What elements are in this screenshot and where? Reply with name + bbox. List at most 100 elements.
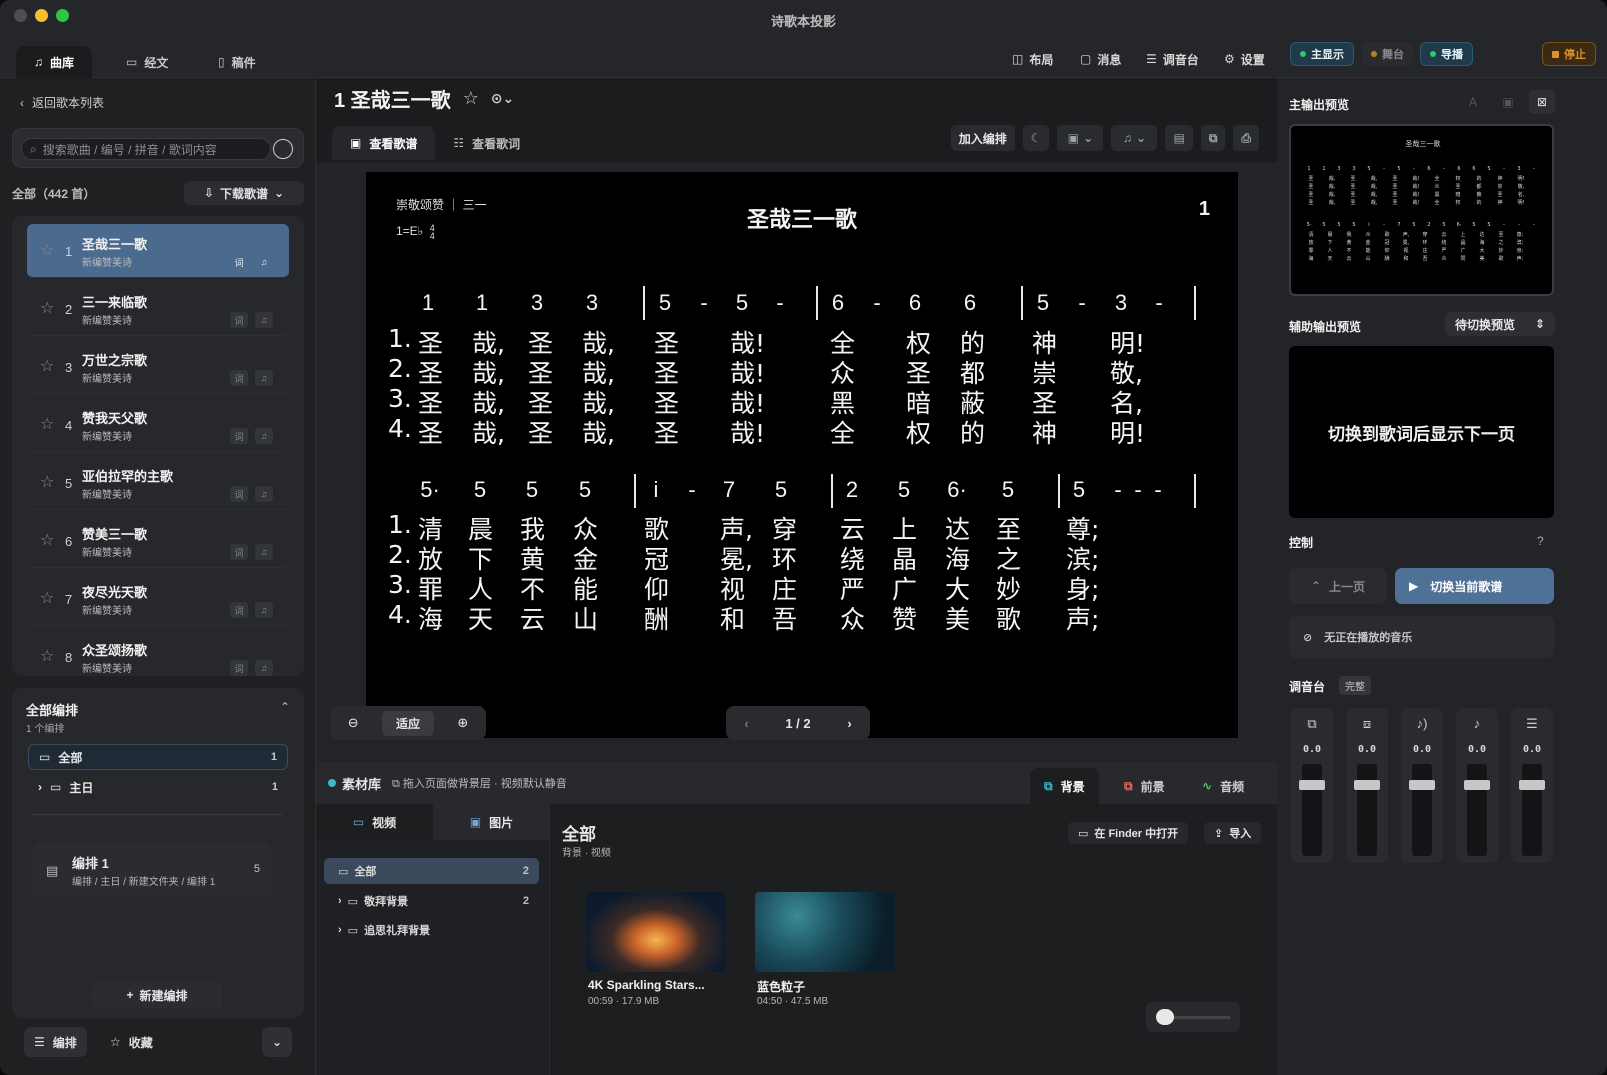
add-to-arrangement-button[interactable]: 加入编排: [950, 125, 1015, 151]
aux-preview-select[interactable]: 待切换预览 ⇕: [1445, 312, 1555, 336]
lyrics-badge[interactable]: 词: [230, 660, 248, 676]
score-icon[interactable]: ♫: [255, 660, 273, 676]
zoom-fit-button[interactable]: 适应: [381, 710, 434, 736]
score-icon[interactable]: ♫: [255, 312, 273, 328]
download-sheets-button[interactable]: ⇩ 下载歌谱 ⌄: [184, 181, 304, 205]
fader-knob[interactable]: [1409, 780, 1435, 790]
star-icon[interactable]: ☆: [40, 588, 54, 608]
theme-dropdown[interactable]: ▣ ⌄: [1057, 125, 1104, 151]
stage-toggle[interactable]: 舞台: [1362, 42, 1413, 66]
settings-button[interactable]: ⚙ 设置: [1224, 46, 1265, 72]
expand-button[interactable]: ⌄: [262, 1027, 292, 1057]
score-icon[interactable]: ♫: [255, 544, 273, 560]
song-item[interactable]: ☆ 6 赞美三一歌 新编赞美诗 词 ♫: [27, 514, 289, 568]
open-in-finder-button[interactable]: ▭ 在 Finder 中打开: [1068, 822, 1189, 844]
copy-button[interactable]: ⧉: [1200, 125, 1226, 151]
arrangement-item[interactable]: ▤ 编排 1 编排 / 主日 / 新建文件夹 / 编排 1 5: [32, 843, 272, 897]
folder-all[interactable]: ▭ 全部 2: [324, 858, 539, 884]
folder-all[interactable]: ▭ 全部 1: [28, 744, 288, 770]
lyrics-badge[interactable]: 词: [230, 428, 248, 444]
image-icon[interactable]: ▣: [1495, 90, 1521, 114]
score-icon[interactable]: ♫: [255, 486, 273, 502]
video-thumbnail[interactable]: [755, 892, 895, 972]
channel-fader[interactable]: [1464, 764, 1490, 856]
fader-knob[interactable]: [1464, 780, 1490, 790]
score-icon[interactable]: ♫: [255, 254, 273, 270]
tab-image[interactable]: ▣ 图片: [433, 804, 550, 840]
lyrics-badge[interactable]: 词: [230, 544, 248, 560]
guide-toggle[interactable]: 导播: [1420, 42, 1473, 66]
folder-sunday[interactable]: › ▭ 主日 1: [28, 774, 288, 800]
tab-view-score[interactable]: ▣ 查看歌谱: [332, 126, 436, 160]
arrange-view-button[interactable]: ☰ 编排: [24, 1027, 87, 1057]
song-item[interactable]: ☆ 3 万世之宗歌 新编赞美诗 词 ♫: [27, 340, 289, 394]
back-to-songbooks-link[interactable]: ‹ 返回歌本列表: [20, 94, 104, 111]
star-icon[interactable]: ☆: [463, 88, 479, 109]
zoom-in-icon[interactable]: ⊕: [457, 715, 468, 731]
chevron-right-icon[interactable]: ›: [38, 780, 42, 794]
main-display-toggle[interactable]: 主显示: [1290, 42, 1354, 66]
channel-fader[interactable]: [1299, 764, 1325, 856]
star-icon[interactable]: ☆: [40, 414, 54, 434]
slider-thumb[interactable]: [1156, 1009, 1174, 1025]
import-button[interactable]: ⇪ 导入: [1204, 822, 1262, 844]
tab-foreground[interactable]: ⧉ 前景: [1110, 768, 1179, 804]
tab-background[interactable]: ⧉ 背景: [1030, 768, 1099, 804]
lyrics-badge[interactable]: 词: [230, 370, 248, 386]
star-icon[interactable]: ☆: [40, 472, 54, 492]
tab-manuscript[interactable]: ▯ 稿件: [200, 46, 274, 78]
zoom-out-icon[interactable]: ⊖: [348, 715, 359, 731]
chevron-up-icon[interactable]: ⌃: [280, 700, 290, 714]
previous-page-button[interactable]: ⌃ 上一页: [1289, 568, 1387, 604]
chevron-right-icon[interactable]: ›: [338, 924, 342, 936]
lyrics-badge[interactable]: 词: [230, 486, 248, 502]
song-item[interactable]: ☆ 1 圣哉三一歌 新编赞美诗 词 ♫: [27, 224, 289, 278]
mixer-button[interactable]: ☰ 调音台: [1146, 46, 1199, 72]
text-icon[interactable]: A: [1460, 90, 1486, 114]
clear-icon[interactable]: ⊠: [1529, 90, 1555, 114]
fader-knob[interactable]: [1299, 780, 1325, 790]
thumbnail-size-slider[interactable]: [1146, 1002, 1240, 1032]
minimize-window-button[interactable]: [35, 9, 48, 22]
score-icon[interactable]: ♫: [255, 428, 273, 444]
chevron-right-icon[interactable]: ›: [847, 716, 851, 731]
dark-mode-button[interactable]: ☾: [1022, 125, 1050, 151]
lyrics-badge[interactable]: 词: [230, 312, 248, 328]
tab-scripture[interactable]: ▭ 经文: [108, 46, 186, 78]
favorites-button[interactable]: ☆ 收藏: [100, 1027, 163, 1057]
chevron-right-icon[interactable]: ›: [338, 895, 342, 907]
channel-fader[interactable]: [1519, 764, 1545, 856]
clipboard-button[interactable]: ▤: [1165, 125, 1193, 151]
print-button[interactable]: ⎙: [1233, 125, 1259, 151]
song-item[interactable]: ☆ 2 三一来临歌 新编赞美诗 词 ♫: [27, 282, 289, 336]
layout-button[interactable]: ◫ 布局: [1012, 46, 1053, 72]
help-icon[interactable]: ?: [1537, 534, 1544, 548]
message-button[interactable]: ▢ 消息: [1080, 46, 1121, 72]
fader-knob[interactable]: [1519, 780, 1545, 790]
tab-audio[interactable]: ∿ 音频: [1188, 768, 1258, 804]
star-icon[interactable]: ☆: [40, 530, 54, 550]
tab-library[interactable]: ♫ 曲库: [16, 46, 93, 78]
switch-lyrics-button[interactable]: ▶ 切换当前歌谱: [1395, 568, 1554, 604]
search-input[interactable]: ⌕ 搜索歌曲 / 编号 / 拼音 / 歌词内容: [21, 138, 271, 160]
star-icon[interactable]: ☆: [40, 240, 54, 260]
score-icon[interactable]: ♫: [255, 602, 273, 618]
video-thumbnail[interactable]: [586, 892, 726, 972]
stop-button[interactable]: 停止: [1542, 42, 1596, 66]
channel-fader[interactable]: [1409, 764, 1435, 856]
star-icon[interactable]: ☆: [40, 646, 54, 666]
song-item[interactable]: ☆ 4 赞我天父歌 新编赞美诗 词 ♫: [27, 398, 289, 452]
close-window-button[interactable]: [14, 9, 27, 22]
lyrics-badge[interactable]: 词: [230, 254, 248, 270]
filter-icon[interactable]: [273, 139, 293, 159]
zoom-window-button[interactable]: [56, 9, 69, 22]
lyrics-badge[interactable]: 词: [230, 602, 248, 618]
new-arrangement-button[interactable]: + 新建编排: [92, 981, 222, 1009]
chevron-left-icon[interactable]: ‹: [744, 716, 748, 731]
song-item[interactable]: ☆ 8 众圣颂扬歌 新编赞美诗 词 ♫: [27, 630, 289, 676]
tab-view-lyrics[interactable]: ☷ 查看歌词: [435, 126, 538, 160]
tab-video[interactable]: ▭ 视频: [316, 804, 433, 840]
more-options-icon[interactable]: ⊙⌄: [491, 90, 514, 107]
channel-fader[interactable]: [1354, 764, 1380, 856]
folder-worship[interactable]: › ▭ 敬拜背景 2: [324, 888, 539, 914]
